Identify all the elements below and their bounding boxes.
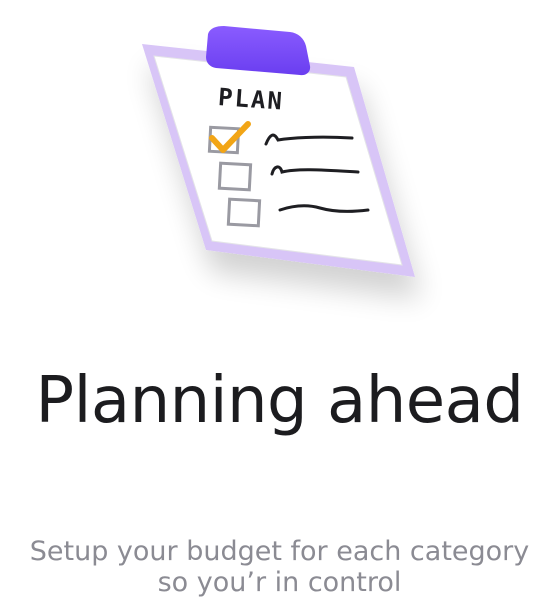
page-subtitle: Setup your budget for each category so y… [0, 536, 559, 598]
subtitle-line-2: so you’r in control [157, 567, 402, 598]
clip-shape [206, 26, 311, 76]
subtitle-line-1: Setup your budget for each category [29, 536, 530, 567]
onboarding-screen: PLAN Planning ahead Setup your budget fo… [0, 0, 559, 602]
page-title: Planning ahead [35, 364, 524, 438]
clipboard-plan-icon: PLAN [120, 22, 450, 322]
plan-label: PLAN [217, 83, 285, 116]
